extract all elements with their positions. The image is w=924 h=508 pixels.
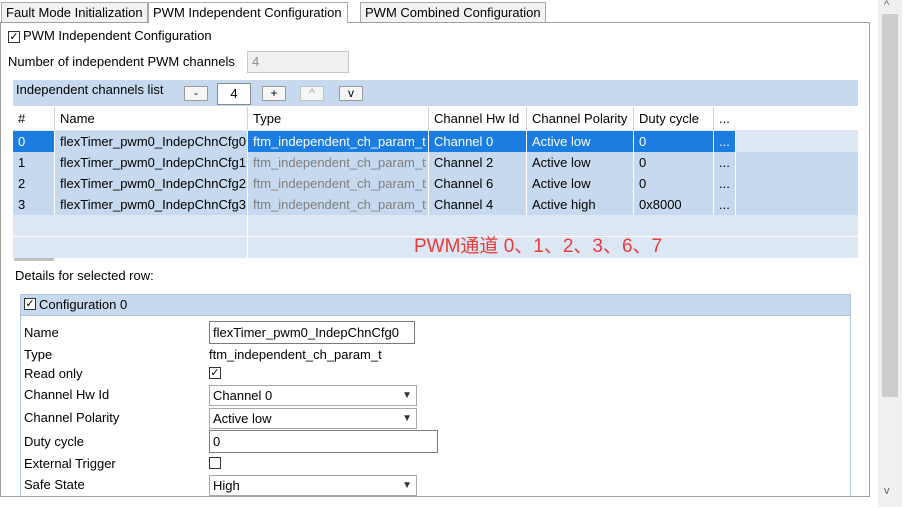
cell-name: flexTimer_pwm0_IndepChnCfg2 <box>55 173 248 194</box>
channels-count-field: 4 <box>247 51 349 73</box>
table-hscroll-thumb[interactable] <box>14 258 54 261</box>
check-icon: ✓ <box>25 298 35 310</box>
read-only-checkbox[interactable]: ✓ <box>209 367 221 379</box>
cell-number: 1 <box>13 152 55 173</box>
bottom-edge <box>0 496 870 508</box>
read-only-label: Read only <box>24 366 83 381</box>
configuration-section-header[interactable] <box>20 294 851 316</box>
channel-hw-id-select[interactable]: Channel 0 ▼ <box>209 385 417 406</box>
row-count-field[interactable]: 4 <box>217 83 251 105</box>
cell-duty-cycle: 0x8000 <box>634 194 714 215</box>
duty-cycle-field[interactable]: 0 <box>209 430 438 453</box>
type-label: Type <box>24 347 53 362</box>
channel-hw-id-value: Channel 0 <box>213 388 273 403</box>
cell-number: 0 <box>13 131 55 152</box>
column-header-channel-hw-id[interactable]: Channel Hw Id <box>429 107 527 130</box>
cell-number: 3 <box>13 194 55 215</box>
check-icon: ✓ <box>210 367 220 379</box>
channel-polarity-select[interactable]: Active low ▼ <box>209 408 417 429</box>
column-header-more[interactable]: ... <box>714 107 736 130</box>
cell-number: 2 <box>13 173 55 194</box>
cell-duty-cycle: 0 <box>634 131 714 152</box>
cell-type: ftm_independent_ch_param_t <box>248 152 429 173</box>
cell-name: flexTimer_pwm0_IndepChnCfg1 <box>55 152 248 173</box>
channels-list-title: Independent channels list <box>16 82 164 97</box>
configuration-title: Configuration 0 <box>39 297 128 312</box>
cell-duty-cycle: 0 <box>634 152 714 173</box>
cell-channel-hw-id: Channel 4 <box>429 194 527 215</box>
cell-channel-hw-id: Channel 0 <box>429 131 527 152</box>
channels-count-label: Number of independent PWM channels <box>8 54 235 69</box>
cell-type: ftm_independent_ch_param_t <box>248 194 429 215</box>
cell-name: flexTimer_pwm0_IndepChnCfg3 <box>55 194 248 215</box>
column-header-type[interactable]: Type <box>248 107 429 130</box>
table-row[interactable]: 0 flexTimer_pwm0_IndepChnCfg0 ftm_indepe… <box>13 131 858 152</box>
scrollbar-thumb[interactable] <box>882 14 898 397</box>
external-trigger-label: External Trigger <box>24 456 116 471</box>
details-heading: Details for selected row: <box>15 268 154 283</box>
table-row[interactable]: 3 flexTimer_pwm0_IndepChnCfg3 ftm_indepe… <box>13 194 858 215</box>
channel-polarity-value: Active low <box>213 411 272 426</box>
column-header-name[interactable]: Name <box>55 107 248 130</box>
configuration-checkbox[interactable]: ✓ <box>24 298 36 310</box>
external-trigger-checkbox[interactable] <box>209 457 221 469</box>
pwm-independent-label: PWM Independent Configuration <box>23 28 212 43</box>
add-row-button[interactable]: + <box>262 86 286 101</box>
cell-more[interactable]: ... <box>714 194 736 215</box>
cell-channel-polarity: Active low <box>527 152 634 173</box>
move-down-button[interactable]: v <box>339 86 363 101</box>
pwm-independent-checkbox[interactable]: ✓ <box>8 31 20 43</box>
chevron-down-icon: ▼ <box>402 390 412 401</box>
cell-more[interactable]: ... <box>714 152 736 173</box>
cell-type: ftm_independent_ch_param_t <box>248 131 429 152</box>
remove-row-button[interactable]: - <box>184 86 208 101</box>
chevron-down-icon: ▼ <box>402 413 412 424</box>
table-row[interactable]: 2 flexTimer_pwm0_IndepChnCfg2 ftm_indepe… <box>13 173 858 194</box>
cell-channel-polarity: Active high <box>527 194 634 215</box>
cell-channel-hw-id: Channel 2 <box>429 152 527 173</box>
name-label: Name <box>24 325 59 340</box>
scroll-up-icon[interactable]: ^ <box>884 0 889 11</box>
channel-hw-id-label: Channel Hw Id <box>24 387 110 402</box>
channel-polarity-label: Channel Polarity <box>24 410 120 425</box>
duty-cycle-label: Duty cycle <box>24 434 84 449</box>
cell-duty-cycle: 0 <box>634 173 714 194</box>
cell-type: ftm_independent_ch_param_t <box>248 173 429 194</box>
table-row[interactable]: 1 flexTimer_pwm0_IndepChnCfg1 ftm_indepe… <box>13 152 858 173</box>
column-header-duty-cycle[interactable]: Duty cycle <box>634 107 714 130</box>
move-up-button[interactable]: ^ <box>300 86 324 101</box>
tab-fault-mode-initialization[interactable]: Fault Mode Initialization <box>1 2 148 22</box>
cell-channel-polarity: Active low <box>527 173 634 194</box>
window-edge <box>903 0 924 507</box>
column-header-number[interactable]: # <box>13 107 55 130</box>
cell-name: flexTimer_pwm0_IndepChnCfg0 <box>55 131 248 152</box>
chevron-down-icon: ▼ <box>402 480 412 491</box>
safe-state-label: Safe State <box>24 477 85 492</box>
annotation-text: PWM通道 0、1、2、3、6、7 <box>414 236 663 257</box>
tab-pwm-independent-configuration[interactable]: PWM Independent Configuration <box>148 2 348 23</box>
safe-state-select[interactable]: High ▼ <box>209 475 417 496</box>
cell-channel-hw-id: Channel 6 <box>429 173 527 194</box>
name-field[interactable]: flexTimer_pwm0_IndepChnCfg0 <box>209 321 415 344</box>
cell-channel-polarity: Active low <box>527 131 634 152</box>
cell-more[interactable]: ... <box>714 131 736 152</box>
type-value: ftm_independent_ch_param_t <box>209 347 382 362</box>
check-icon: ✓ <box>9 31 19 43</box>
column-header-channel-polarity[interactable]: Channel Polarity <box>527 107 634 130</box>
safe-state-value: High <box>213 478 240 493</box>
configuration-panel <box>20 316 851 496</box>
cell-more[interactable]: ... <box>714 173 736 194</box>
tab-pwm-combined-configuration[interactable]: PWM Combined Configuration <box>360 2 546 22</box>
scroll-down-icon[interactable]: v <box>884 485 890 497</box>
